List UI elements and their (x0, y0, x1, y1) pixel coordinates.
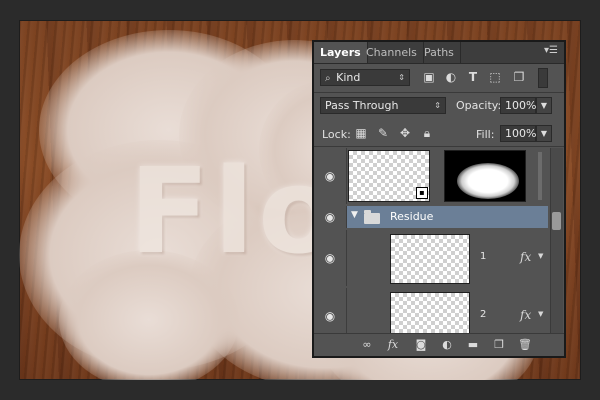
visibility-column: ◉ (314, 148, 347, 204)
layer-row[interactable]: ◉ 1 fx ▼ (314, 230, 548, 286)
tab-paths[interactable]: Paths (418, 42, 461, 63)
lock-pixels-icon[interactable]: ✎ (376, 126, 390, 140)
eye-icon[interactable]: ◉ (323, 251, 337, 265)
eye-icon[interactable]: ◉ (323, 169, 337, 183)
panel-bottom-bar: ∞ fx ◙ ◐ ▬ ❐ 🗑︎ (314, 333, 564, 356)
lock-label: Lock: (322, 128, 351, 141)
image-filter-icon[interactable]: ▣ (422, 70, 436, 84)
opacity-dropdown-button[interactable]: ▼ (536, 97, 552, 114)
fx-icon[interactable]: fx (386, 338, 400, 352)
divider (314, 92, 564, 93)
link-icon[interactable]: ∞ (360, 338, 374, 352)
chevron-down-icon[interactable]: ▼ (351, 210, 358, 220)
blend-mode-value: Pass Through (325, 99, 399, 112)
group-icon[interactable]: ▬ (466, 338, 480, 352)
adjustment-filter-icon[interactable]: ◐ (444, 70, 458, 84)
folder-icon (364, 210, 380, 224)
layers-scrollbar[interactable] (550, 148, 563, 337)
group-name: Residue (390, 210, 434, 223)
trash-icon[interactable]: 🗑︎ (518, 338, 532, 352)
layer-row[interactable]: ◉ 2 fx ▼ (314, 288, 548, 340)
smart-object-badge-icon: ▪ (416, 187, 428, 199)
layer-name: 1 (480, 251, 487, 262)
fx-icon[interactable]: fx (520, 308, 531, 322)
layer-row-masked[interactable]: ◉ ▪ (314, 148, 548, 204)
blend-mode-select[interactable]: Pass Through ⇕ (320, 97, 446, 114)
filter-kind-select[interactable]: ⌕ Kind ⇕ (320, 69, 410, 86)
fill-label: Fill: (476, 128, 495, 141)
expand-effects-icon[interactable]: ▼ (538, 252, 543, 260)
expand-effects-icon[interactable]: ▼ (538, 310, 543, 318)
type-filter-icon[interactable]: T (466, 70, 480, 84)
opacity-label: Opacity: (456, 99, 502, 112)
visibility-column: ◉ (314, 230, 347, 286)
updown-icon: ⇕ (434, 101, 441, 110)
layer-row-group[interactable]: ◉ ▼ Residue (314, 206, 548, 228)
tab-channels[interactable]: Channels (360, 42, 424, 63)
mask-icon[interactable]: ◙ (414, 338, 428, 352)
updown-icon: ⇕ (398, 73, 405, 82)
scrollbar-thumb[interactable] (552, 212, 561, 230)
canvas-flour-text: Flo (129, 142, 344, 280)
divider (314, 146, 564, 147)
panel-menu-icon[interactable]: ▾☰ (544, 45, 558, 56)
layers-panel: Layers Channels Paths ▾☰ ⌕ Kind ⇕ ▣ ◐ T … (312, 40, 566, 358)
panel-tab-bar: Layers Channels Paths ▾☰ (314, 42, 564, 64)
new-layer-icon[interactable]: ❐ (492, 338, 506, 352)
filter-toggle-icon[interactable] (538, 68, 548, 88)
fill-dropdown-button[interactable]: ▼ (536, 125, 552, 142)
mask-shape (457, 163, 519, 199)
layer-mask-thumbnail[interactable] (444, 150, 526, 202)
filter-kind-label: Kind (336, 71, 361, 84)
fill-field[interactable]: 100% (500, 125, 536, 142)
search-icon: ⌕ (325, 73, 331, 84)
lock-transparency-icon[interactable]: ▦ (354, 126, 368, 140)
eye-icon[interactable]: ◉ (323, 210, 337, 224)
fx-icon[interactable]: fx (520, 250, 531, 264)
lock-all-icon[interactable]: 🔒︎ (420, 126, 434, 140)
visibility-column: ◉ (314, 206, 347, 228)
opacity-field[interactable]: 100% (500, 97, 536, 114)
fill-value: 100% (505, 127, 537, 140)
visibility-column: ◉ (314, 288, 347, 338)
smart-object-filter-icon[interactable]: ❐ (512, 70, 526, 84)
row-edge-bar (538, 152, 542, 200)
eye-icon[interactable]: ◉ (323, 309, 337, 323)
layer-name: 2 (480, 309, 487, 320)
lock-position-icon[interactable]: ✥ (398, 126, 412, 140)
opacity-value: 100% (505, 99, 537, 112)
shape-filter-icon[interactable]: ⬚ (488, 70, 502, 84)
adjustment-icon[interactable]: ◐ (440, 338, 454, 352)
layer-thumbnail (390, 234, 470, 284)
